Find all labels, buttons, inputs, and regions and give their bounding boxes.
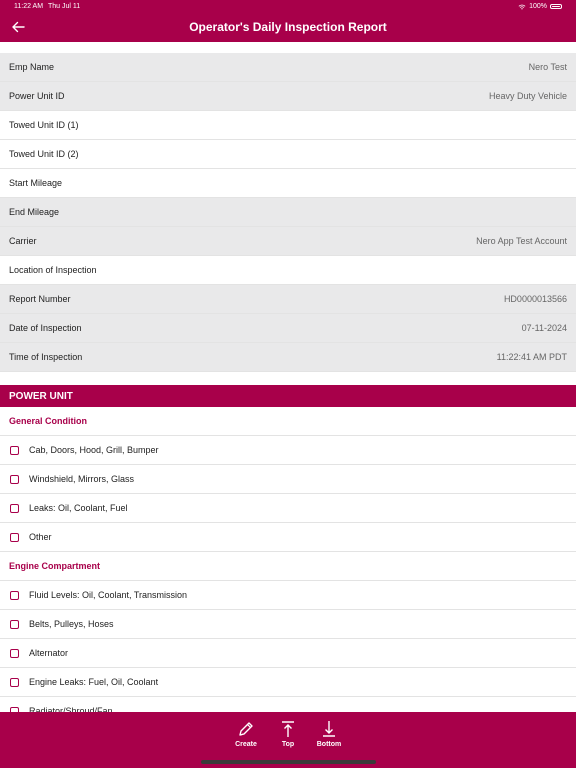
- field-value: 11:22:41 AM PDT: [496, 352, 567, 362]
- checkbox[interactable]: [10, 503, 19, 513]
- checklist-item[interactable]: Windshield, Mirrors, Glass: [0, 465, 576, 494]
- checklist-item-label: Engine Leaks: Fuel, Oil, Coolant: [29, 677, 159, 687]
- checklist-item[interactable]: Other: [0, 523, 576, 552]
- checklist-item-label: Leaks: Oil, Coolant, Fuel: [29, 503, 128, 513]
- app-header: 11:22 AM Thu Jul 11 100% Operator's Dail…: [0, 0, 576, 42]
- page-title: Operator's Daily Inspection Report: [189, 20, 387, 34]
- wifi-icon: [518, 4, 526, 10]
- battery-percent: 100%: [529, 3, 547, 10]
- field-row-location[interactable]: Location of Inspection: [0, 256, 576, 285]
- checkbox[interactable]: [10, 648, 19, 658]
- field-label: End Mileage: [9, 207, 60, 217]
- group-title-general-condition: General Condition: [0, 407, 576, 436]
- field-row-power-unit-id[interactable]: Power Unit ID Heavy Duty Vehicle: [0, 82, 576, 111]
- checklist-item-label: Cab, Doors, Hood, Grill, Bumper: [29, 445, 159, 455]
- checklist-item-label: Belts, Pulleys, Hoses: [29, 619, 114, 629]
- field-row-towed-unit-1[interactable]: Towed Unit ID (1): [0, 111, 576, 140]
- field-label: Towed Unit ID (2): [9, 149, 79, 159]
- status-bar: 11:22 AM Thu Jul 11 100%: [0, 0, 576, 14]
- checklist-item[interactable]: Alternator: [0, 639, 576, 668]
- field-label: Start Mileage: [9, 178, 63, 188]
- field-value: HD0000013566: [503, 294, 567, 304]
- field-label: Power Unit ID: [9, 91, 65, 101]
- checklist-item[interactable]: Fluid Levels: Oil, Coolant, Transmission: [0, 581, 576, 610]
- checklist-item[interactable]: Engine Leaks: Fuel, Oil, Coolant: [0, 668, 576, 697]
- scroll-top-button[interactable]: Top: [268, 720, 308, 748]
- status-indicators: 100%: [518, 3, 562, 10]
- field-value: 07-11-2024: [521, 323, 567, 333]
- inspection-report-screen: 11:22 AM Thu Jul 11 100% Operator's Dail…: [0, 0, 576, 768]
- status-time: 11:22 AM: [14, 3, 44, 10]
- pencil-icon: [239, 722, 253, 736]
- checklist-item[interactable]: Leaks: Oil, Coolant, Fuel: [0, 494, 576, 523]
- field-label: Date of Inspection: [9, 323, 82, 333]
- checklist-item-label: Other: [29, 532, 52, 542]
- create-button[interactable]: Create: [226, 720, 266, 748]
- field-row-emp-name[interactable]: Emp Name Nero Test: [0, 53, 576, 82]
- field-label: Towed Unit ID (1): [9, 120, 79, 130]
- bottom-label: Bottom: [316, 741, 342, 748]
- checkbox[interactable]: [10, 445, 19, 455]
- checklist-item[interactable]: Cab, Doors, Hood, Grill, Bumper: [0, 436, 576, 465]
- inspection-checklist: General Condition Cab, Doors, Hood, Gril…: [0, 407, 576, 726]
- arrow-up-to-line-icon: [282, 721, 294, 737]
- field-label: Time of Inspection: [9, 352, 83, 362]
- checklist-item[interactable]: Belts, Pulleys, Hoses: [0, 610, 576, 639]
- field-row-time[interactable]: Time of Inspection 11:22:41 AM PDT: [0, 343, 576, 372]
- field-label: Location of Inspection: [9, 265, 97, 275]
- report-fields: Emp Name Nero Test Power Unit ID Heavy D…: [0, 53, 576, 372]
- field-row-date[interactable]: Date of Inspection 07-11-2024: [0, 314, 576, 343]
- field-row-end-mileage[interactable]: End Mileage: [0, 198, 576, 227]
- checkbox[interactable]: [10, 590, 19, 600]
- checklist-item-label: Windshield, Mirrors, Glass: [29, 474, 135, 484]
- section-header-power-unit: POWER UNIT: [0, 385, 576, 407]
- arrow-down-to-line-icon: [323, 721, 335, 737]
- field-row-start-mileage[interactable]: Start Mileage: [0, 169, 576, 198]
- field-label: Report Number: [9, 294, 71, 304]
- top-label: Top: [281, 741, 295, 748]
- field-row-carrier[interactable]: Carrier Nero App Test Account: [0, 227, 576, 256]
- field-row-towed-unit-2[interactable]: Towed Unit ID (2): [0, 140, 576, 169]
- field-value: Nero Test: [528, 62, 567, 72]
- scroll-bottom-button[interactable]: Bottom: [309, 720, 349, 748]
- create-label: Create: [235, 741, 257, 748]
- battery-icon: [550, 4, 562, 9]
- field-label: Carrier: [9, 236, 37, 246]
- checklist-item-label: Fluid Levels: Oil, Coolant, Transmission: [29, 590, 188, 600]
- group-title-engine-compartment: Engine Compartment: [0, 552, 576, 581]
- field-value: Nero App Test Account: [476, 236, 567, 246]
- status-date: Thu Jul 11: [48, 3, 81, 10]
- field-label: Emp Name: [9, 62, 55, 72]
- checkbox[interactable]: [10, 474, 19, 484]
- field-row-report-number[interactable]: Report Number HD0000013566: [0, 285, 576, 314]
- home-indicator[interactable]: [201, 760, 376, 764]
- checkbox[interactable]: [10, 619, 19, 629]
- checklist-item-label: Alternator: [29, 648, 69, 658]
- checkbox[interactable]: [10, 677, 19, 687]
- field-value: Heavy Duty Vehicle: [488, 91, 567, 101]
- checkbox[interactable]: [10, 532, 19, 542]
